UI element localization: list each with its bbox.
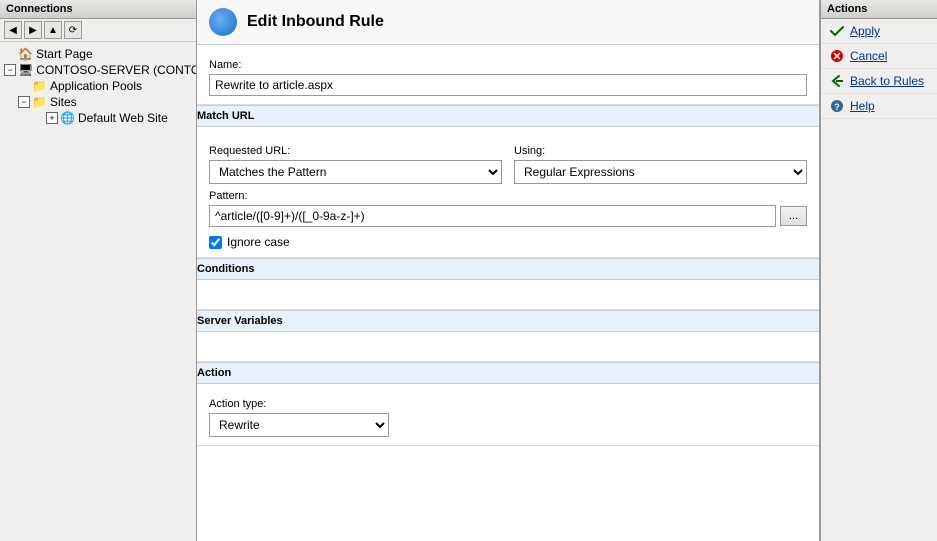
- pattern-input[interactable]: [209, 205, 776, 227]
- name-label: Name:: [209, 59, 807, 71]
- connections-header: Connections: [0, 0, 196, 19]
- app-pools-label: Application Pools: [50, 79, 142, 93]
- tree-item-contoso[interactable]: − 🖥 CONTOSO-SERVER (CONTOS: [0, 62, 196, 78]
- test-pattern-btn[interactable]: ...: [780, 206, 807, 226]
- ignore-case-checkbox[interactable]: [209, 236, 222, 249]
- tree-item-start-page[interactable]: 🏠 Start Page: [0, 46, 196, 62]
- match-url-header: Match URL: [197, 105, 819, 127]
- main-content: Edit Inbound Rule Name: Match URL Reques…: [197, 0, 820, 541]
- ignore-case-label: Ignore case: [227, 235, 290, 249]
- pattern-row: ...: [209, 205, 807, 227]
- refresh-btn[interactable]: ⟳: [64, 21, 82, 39]
- match-url-section: Requested URL: Matches the PatternDoes N…: [197, 127, 819, 258]
- using-label: Using:: [514, 145, 807, 157]
- app-pools-icon: 📁: [32, 79, 47, 93]
- back-to-rules-label: Back to Rules: [850, 74, 924, 88]
- forward-btn[interactable]: ▶: [24, 21, 42, 39]
- using-select[interactable]: Regular ExpressionsWildcardsExact Match: [514, 160, 807, 184]
- server-icon: 🖥: [18, 63, 33, 77]
- action-type-select[interactable]: RewriteRedirectCustom ResponseAbort Requ…: [209, 413, 389, 437]
- server-variables-header: Server Variables: [197, 310, 819, 332]
- pattern-label: Pattern:: [209, 190, 807, 202]
- start-page-label: Start Page: [36, 47, 93, 61]
- action-type-label: Action type:: [209, 398, 807, 410]
- help-action[interactable]: ? Help: [821, 94, 937, 119]
- requested-url-col: Requested URL: Matches the PatternDoes N…: [209, 139, 502, 184]
- requested-url-select[interactable]: Matches the PatternDoes Not Match the Pa…: [209, 160, 502, 184]
- start-page-icon: 🏠: [18, 47, 33, 61]
- apply-icon: [829, 23, 845, 39]
- main-scroll-area: Name: Match URL Requested URL: Matches t…: [197, 45, 819, 541]
- actions-panel: Actions Apply Cancel Back to Rules: [820, 0, 937, 541]
- content-header: Edit Inbound Rule: [197, 0, 819, 45]
- page-title: Edit Inbound Rule: [247, 13, 384, 31]
- conditions-section: [197, 280, 819, 310]
- form-area: Name: Match URL Requested URL: Matches t…: [197, 45, 819, 541]
- back-btn[interactable]: ◀: [4, 21, 22, 39]
- help-label: Help: [850, 99, 875, 113]
- back-icon: [829, 73, 845, 89]
- cancel-icon: [829, 48, 845, 64]
- tree-item-sites[interactable]: − 📁 Sites: [0, 94, 196, 110]
- name-section: Name:: [197, 45, 819, 105]
- contoso-label: CONTOSO-SERVER (CONTOS: [36, 63, 196, 77]
- tree-item-app-pools[interactable]: 📁 Application Pools: [0, 78, 196, 94]
- expand-sites-icon[interactable]: −: [18, 96, 30, 108]
- svg-text:?: ?: [834, 102, 840, 112]
- ignore-case-row: Ignore case: [209, 235, 807, 249]
- up-btn[interactable]: ▲: [44, 21, 62, 39]
- action-header: Action: [197, 362, 819, 384]
- connections-toolbar: ◀ ▶ ▲ ⟳: [0, 19, 196, 42]
- requested-url-label: Requested URL:: [209, 145, 502, 157]
- actions-header: Actions: [821, 0, 937, 19]
- tree-item-default-web-site[interactable]: + 🌐 Default Web Site: [0, 110, 196, 126]
- apply-label: Apply: [850, 24, 880, 38]
- default-web-site-label: Default Web Site: [78, 111, 168, 125]
- match-url-fields: Requested URL: Matches the PatternDoes N…: [209, 139, 807, 184]
- web-site-icon: 🌐: [60, 111, 75, 125]
- server-variables-section: [197, 332, 819, 362]
- globe-icon: [209, 8, 237, 36]
- cancel-label: Cancel: [850, 49, 887, 63]
- name-input[interactable]: [209, 74, 807, 96]
- help-icon: ?: [829, 98, 845, 114]
- connections-panel: Connections ◀ ▶ ▲ ⟳ 🏠 Start Page − 🖥 CON…: [0, 0, 197, 541]
- expand-dws-icon[interactable]: +: [46, 112, 58, 124]
- back-to-rules-action[interactable]: Back to Rules: [821, 69, 937, 94]
- expand-contoso-icon[interactable]: −: [4, 64, 16, 76]
- connections-tree: 🏠 Start Page − 🖥 CONTOSO-SERVER (CONTOS …: [0, 42, 196, 541]
- sites-icon: 📁: [32, 95, 47, 109]
- conditions-header: Conditions: [197, 258, 819, 280]
- cancel-action[interactable]: Cancel: [821, 44, 937, 69]
- action-section: Action type: RewriteRedirectCustom Respo…: [197, 384, 819, 446]
- apply-action[interactable]: Apply: [821, 19, 937, 44]
- sites-label: Sites: [50, 95, 77, 109]
- using-col: Using: Regular ExpressionsWildcardsExact…: [514, 139, 807, 184]
